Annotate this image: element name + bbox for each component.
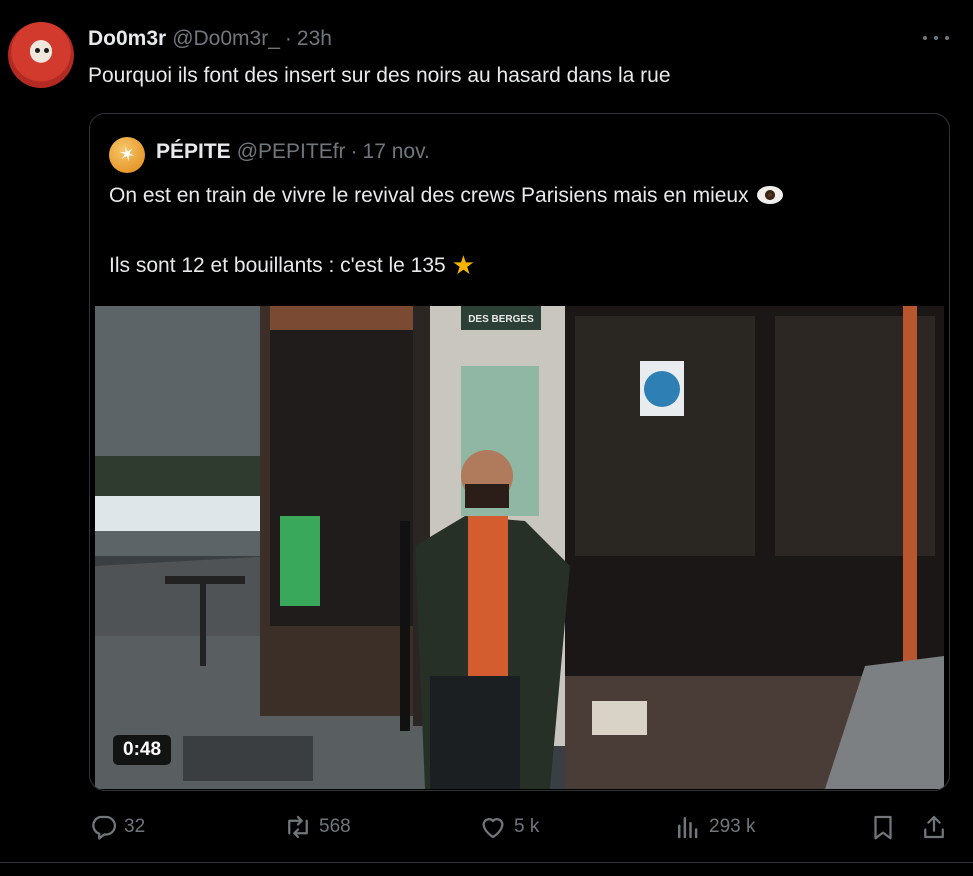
author-avatar[interactable] bbox=[8, 22, 74, 88]
street-sign-text: DES BERGES bbox=[468, 314, 534, 325]
separator-dot: · bbox=[350, 140, 358, 163]
reply-count: 32 bbox=[124, 816, 146, 837]
repost-count: 568 bbox=[319, 816, 351, 837]
tweet[interactable]: Do0m3r @Do0m3r_ · 23h Pourquoi ils font … bbox=[0, 0, 973, 876]
star-logo-icon: ✶ bbox=[116, 142, 138, 168]
repost-icon bbox=[288, 815, 308, 839]
eye-emoji-icon bbox=[756, 186, 783, 204]
quote-text-line-1: On est en train de vivre le revival des … bbox=[109, 182, 783, 210]
quoted-tweet[interactable]: ✶ PÉPITE @PEPITEfr · 17 nov. On est en t… bbox=[89, 113, 950, 791]
repost-button[interactable]: 568 bbox=[283, 812, 351, 842]
reply-icon bbox=[92, 815, 116, 840]
action-bar: 32 568 5 k 293 k bbox=[0, 808, 973, 848]
divider bbox=[0, 862, 973, 863]
quote-time[interactable]: 17 nov. bbox=[363, 140, 430, 164]
heart-icon bbox=[482, 818, 504, 839]
quote-line-2: Ils sont 12 et bouillants : c'est le 135 bbox=[109, 254, 446, 277]
quote-line-1: On est en train de vivre le revival des … bbox=[109, 184, 749, 207]
tweet-text: Pourquoi ils font des insert sur des noi… bbox=[88, 64, 671, 87]
avatar-eye bbox=[44, 48, 49, 53]
separator-dot: · bbox=[284, 27, 292, 50]
video-player[interactable]: DES BERGES 0:48 bbox=[95, 306, 944, 789]
author-handle[interactable]: @Do0m3r_ bbox=[172, 27, 280, 51]
views-count: 293 k bbox=[709, 816, 756, 837]
quote-author-name[interactable]: PÉPITE bbox=[156, 140, 231, 164]
video-duration: 0:48 bbox=[113, 735, 172, 765]
more-icon[interactable] bbox=[923, 28, 949, 48]
quote-text-line-2: Ils sont 12 et bouillants : c'est le 135… bbox=[109, 251, 475, 280]
avatar-eye bbox=[35, 48, 40, 53]
like-count: 5 k bbox=[514, 816, 540, 837]
quote-header: PÉPITE @PEPITEfr · 17 nov. bbox=[156, 140, 430, 164]
quote-author-handle[interactable]: @PEPITEfr bbox=[237, 140, 346, 164]
author-name[interactable]: Do0m3r bbox=[88, 27, 166, 51]
tweet-time[interactable]: 23h bbox=[297, 27, 332, 51]
bookmark-icon bbox=[874, 815, 892, 840]
video-frame: DES BERGES bbox=[95, 306, 944, 789]
views-button[interactable]: 293 k bbox=[673, 812, 755, 842]
reply-button[interactable]: 32 bbox=[88, 812, 145, 842]
share-icon bbox=[924, 815, 944, 839]
star-emoji-icon: ★ bbox=[451, 250, 476, 280]
bookmark-button[interactable] bbox=[868, 812, 904, 842]
share-button[interactable] bbox=[919, 812, 955, 842]
like-button[interactable]: 5 k bbox=[478, 812, 539, 842]
tweet-header: Do0m3r @Do0m3r_ · 23h bbox=[88, 26, 332, 52]
views-icon bbox=[678, 817, 698, 839]
quote-avatar[interactable]: ✶ bbox=[109, 137, 145, 173]
